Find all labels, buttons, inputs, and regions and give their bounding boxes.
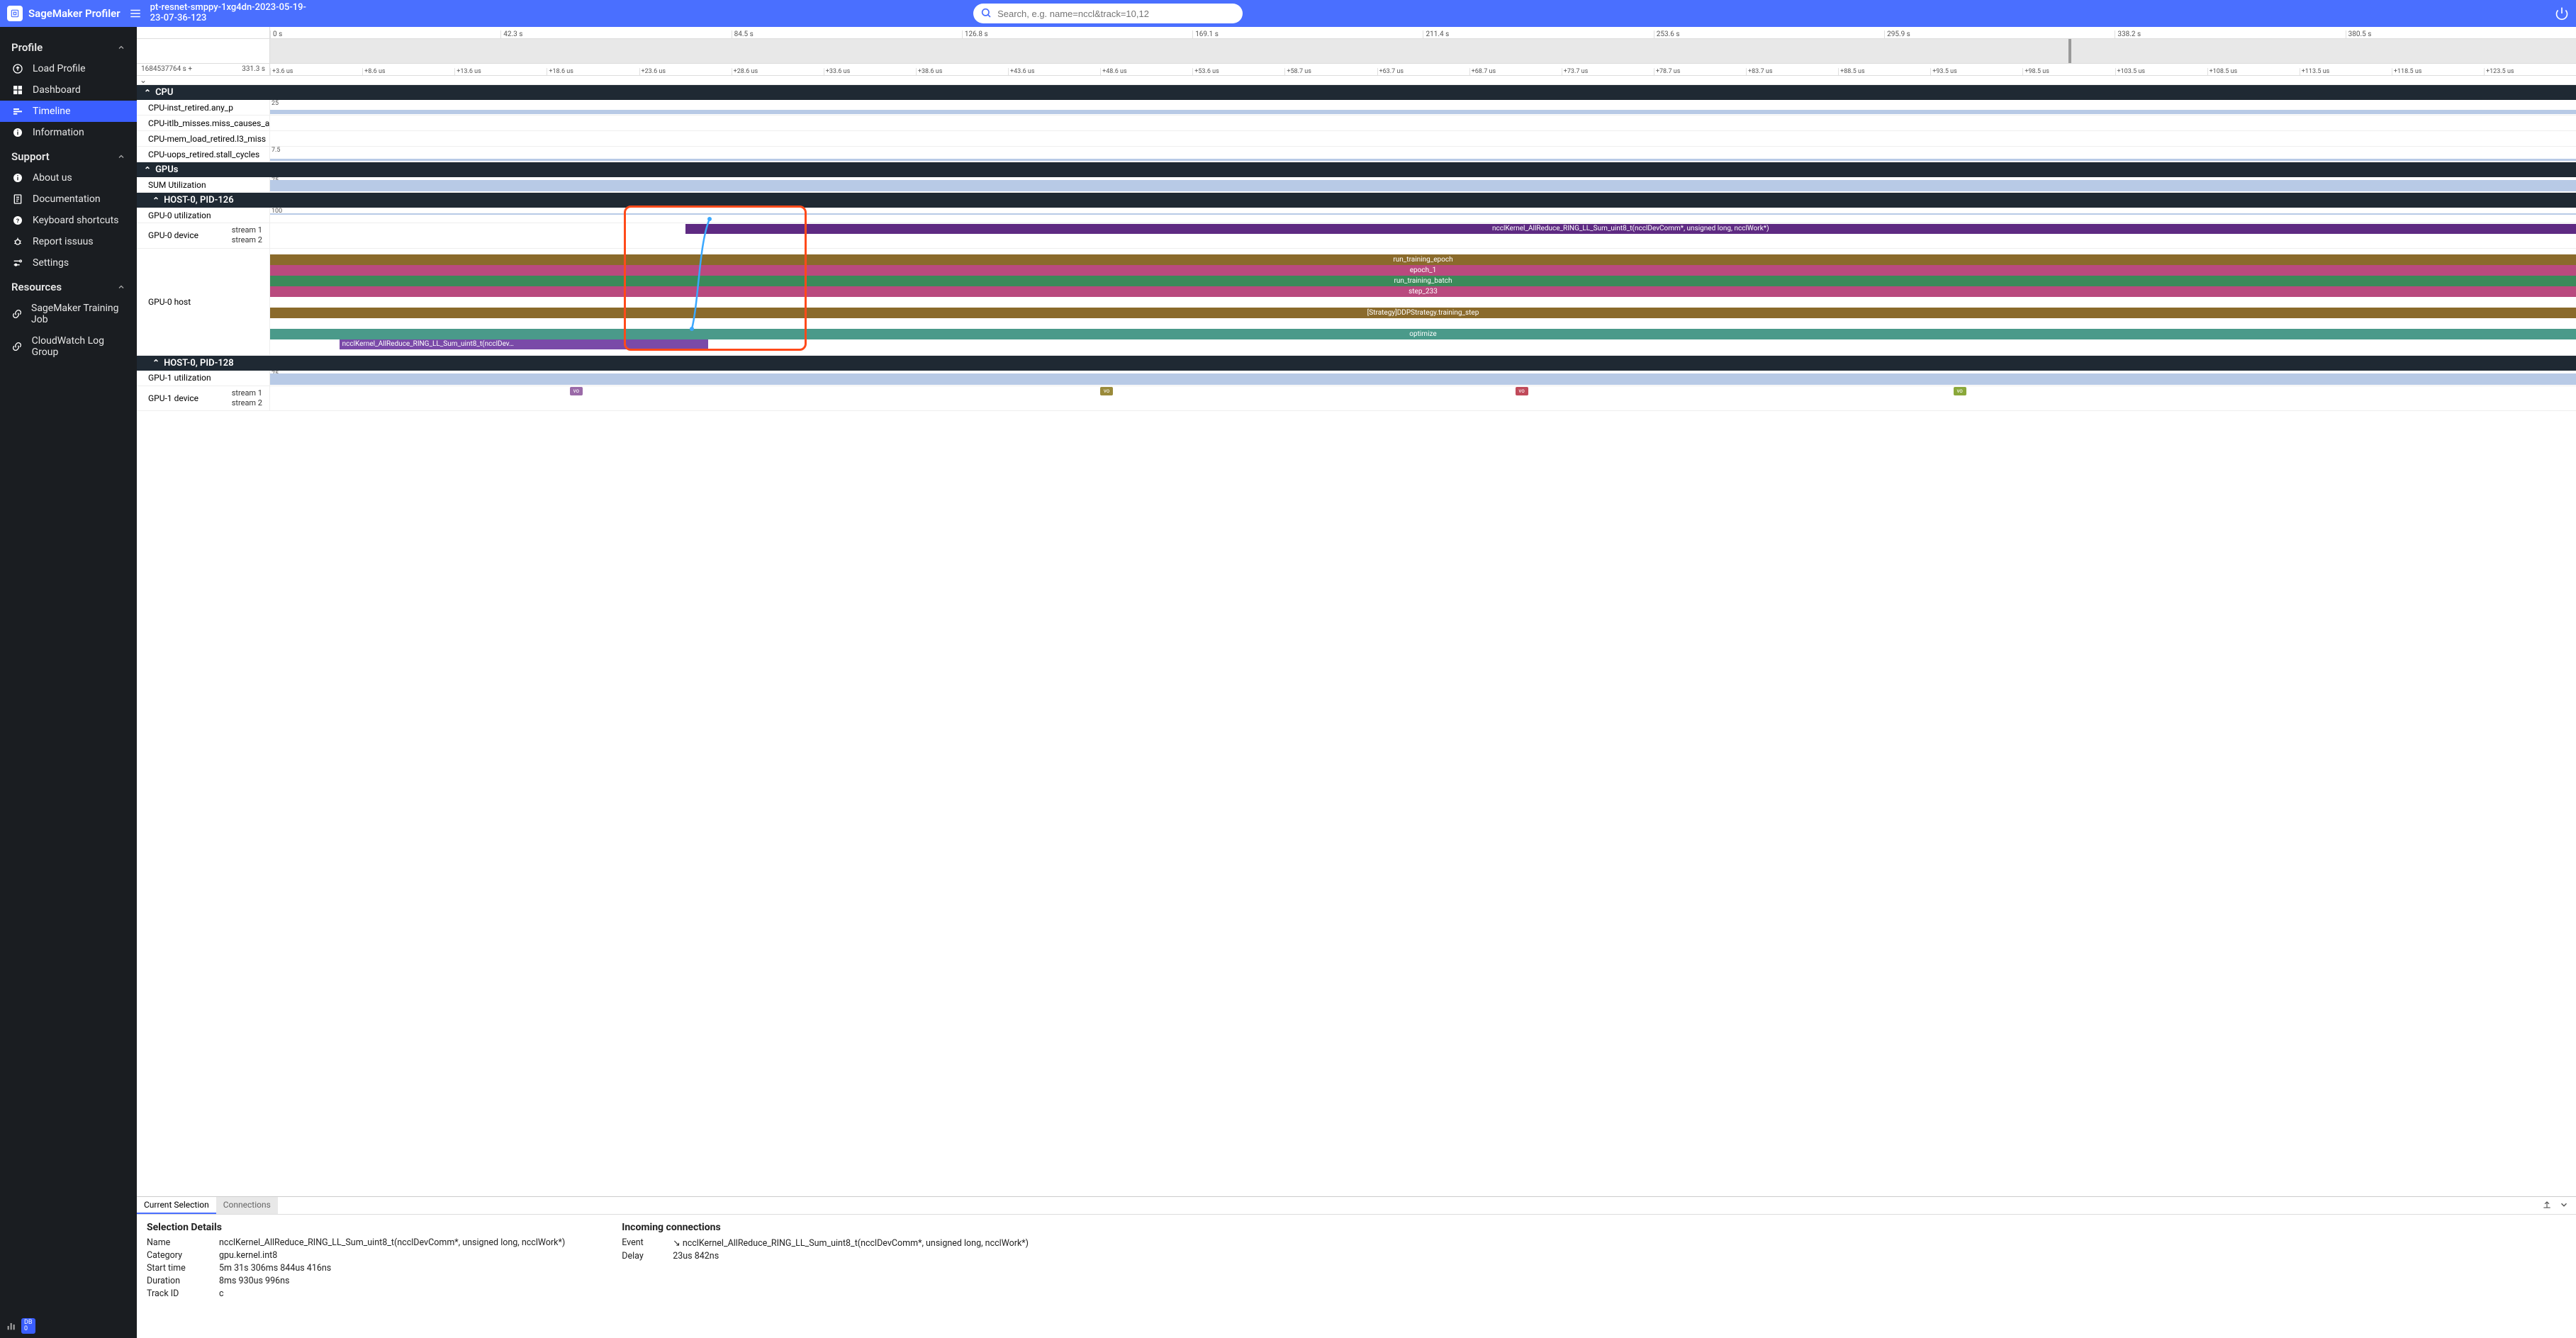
timeline-icon <box>11 106 24 117</box>
details-tabs: Current Selection Connections <box>137 1197 2576 1215</box>
chevron-down-icon[interactable] <box>2559 1200 2569 1211</box>
chevron-up-icon: ⌃ <box>144 165 151 175</box>
section-host0-pid126[interactable]: ⌃ HOST-0, PID-126 <box>137 193 2576 208</box>
sidebar-item-training-job[interactable]: SageMaker Training Job <box>0 298 137 330</box>
sidebar: Profile Load Profile Dashboard Timeline … <box>0 27 137 1338</box>
host-span[interactable]: run_training_epoch <box>270 254 2576 265</box>
chevron-up-icon <box>117 152 125 161</box>
logo-icon <box>7 6 23 21</box>
svg-text:?: ? <box>16 218 19 225</box>
cpu-row: CPU-itlb_misses.miss_causes_a_walk <box>137 116 2576 131</box>
sidebar-item-dashboard[interactable]: Dashboard <box>0 79 137 101</box>
cpu-row: CPU-inst_retired.any_p 25 <box>137 100 2576 116</box>
search-input[interactable] <box>973 4 1243 23</box>
settings-icon <box>11 257 24 269</box>
sidebar-item-shortcuts[interactable]: ? Keyboard shortcuts <box>0 210 137 231</box>
stats-icon[interactable] <box>6 1320 17 1332</box>
gpu0-host-row: GPU-0 host run_training_epochepoch_1run_… <box>137 249 2576 356</box>
incoming-connections: Incoming connections Event ↘ ncclKernel_… <box>622 1222 1029 1299</box>
sidebar-item-cloudwatch[interactable]: CloudWatch Log Group <box>0 330 137 363</box>
host-span[interactable]: [Strategy]DDPStrategy.training_step <box>270 308 2576 318</box>
upload-icon <box>11 63 24 74</box>
sidebar-item-about[interactable]: About us <box>0 167 137 189</box>
section-gpus[interactable]: ⌃ GPUs <box>137 162 2576 177</box>
cpu-row: CPU-mem_load_retired.l3_miss <box>137 131 2576 147</box>
chevron-up-icon: ⌃ <box>152 196 159 206</box>
tiny-span[interactable]: vo <box>1516 387 1528 395</box>
sidebar-group-support[interactable]: Support <box>0 143 137 167</box>
gpu1-util-row: GPU-1 utilization 75 <box>137 371 2576 386</box>
details-pane: Current Selection Connections Selection … <box>137 1196 2576 1338</box>
menu-icon[interactable] <box>129 7 142 20</box>
selection-details: Selection Details NamencclKernel_AllRedu… <box>147 1222 565 1299</box>
top-ruler: 0 s42.3 s84.5 s126.8 s169.1 s211.4 s253.… <box>137 27 2576 39</box>
dashboard-icon <box>11 84 24 96</box>
overview-strip <box>137 39 2576 64</box>
app-logo: SageMaker Profiler <box>7 6 121 21</box>
search-container <box>973 4 1243 23</box>
tiny-span[interactable]: vo <box>1100 387 1113 395</box>
section-cpu[interactable]: ⌃ CPU <box>137 85 2576 100</box>
gpu0-util-row: GPU-0 utilization 100 <box>137 208 2576 223</box>
power-icon[interactable] <box>2555 6 2569 21</box>
gpu-sum-row: SUM Utilization 75 <box>137 177 2576 193</box>
overview-marker[interactable] <box>2068 39 2071 63</box>
chevron-up-icon <box>117 283 125 291</box>
sidebar-footer: DB0 <box>6 1318 35 1334</box>
nccl-host-span[interactable]: ncclKernel_AllReduce_RING_LL_Sum_uint8_t… <box>340 339 708 349</box>
tab-current-selection[interactable]: Current Selection <box>137 1197 216 1214</box>
link-icon <box>11 341 23 352</box>
host-span[interactable]: optimize <box>270 329 2576 339</box>
sidebar-group-profile[interactable]: Profile <box>0 34 137 58</box>
collapse-toggle[interactable]: ⌄ <box>137 76 2576 85</box>
chevron-up-icon: ⌃ <box>144 88 151 98</box>
sidebar-item-timeline[interactable]: Timeline <box>0 101 137 122</box>
search-icon <box>980 7 992 18</box>
arrow-icon: ↘ <box>673 1238 683 1249</box>
nccl-device-span[interactable]: ncclKernel_AllReduce_RING_LL_Sum_uint8_t… <box>685 224 2576 234</box>
tiny-span[interactable]: vo <box>1954 387 1966 395</box>
top-bar: SageMaker Profiler pt-resnet-smppy-1xg4d… <box>0 0 2576 27</box>
sub-ruler: 1684537764 s + 331.3 s +3.6 us+8.6 us+13… <box>137 64 2576 76</box>
host-span[interactable]: epoch_1 <box>270 265 2576 276</box>
app-name: SageMaker Profiler <box>28 7 121 20</box>
sidebar-item-settings[interactable]: Settings <box>0 252 137 274</box>
info-icon <box>11 127 24 138</box>
sidebar-group-resources[interactable]: Resources <box>0 274 137 298</box>
document-icon <box>11 193 24 205</box>
bug-icon <box>11 236 24 247</box>
host-span[interactable]: step_233 <box>270 286 2576 297</box>
section-host0-pid128[interactable]: ⌃ HOST-0, PID-128 <box>137 356 2576 371</box>
info-icon <box>11 172 24 184</box>
timeline-body[interactable]: ⌃ CPU CPU-inst_retired.any_p 25 CPU-itlb… <box>137 85 2576 1196</box>
host-span[interactable]: run_training_batch <box>270 276 2576 286</box>
profile-title: pt-resnet-smppy-1xg4dn-2023-05-19-23-07-… <box>150 3 313 24</box>
cpu-row: CPU-uops_retired.stall_cycles 7.5 <box>137 147 2576 162</box>
gpu1-device-row: GPU-1 device stream 1stream 2 vo vo vo v… <box>137 386 2576 412</box>
tiny-span[interactable]: vo <box>570 387 583 395</box>
db-badge: DB0 <box>21 1318 35 1334</box>
sidebar-item-information[interactable]: Information <box>0 122 137 143</box>
chevron-up-icon: ⌃ <box>152 358 159 368</box>
sidebar-item-documentation[interactable]: Documentation <box>0 189 137 210</box>
sidebar-item-report[interactable]: Report issuus <box>0 231 137 252</box>
overview-track[interactable] <box>270 39 2576 63</box>
link-icon <box>11 308 23 320</box>
gpu0-device-row: GPU-0 device stream 1stream 2 ncclKernel… <box>137 223 2576 249</box>
sort-icon[interactable] <box>2542 1200 2552 1211</box>
host-span <box>270 318 2576 329</box>
main-panel: 0 s42.3 s84.5 s126.8 s169.1 s211.4 s253.… <box>137 27 2576 1338</box>
host-span <box>270 297 2576 308</box>
sidebar-item-load-profile[interactable]: Load Profile <box>0 58 137 79</box>
tab-connections[interactable]: Connections <box>216 1197 278 1214</box>
chevron-up-icon <box>117 43 125 52</box>
help-icon: ? <box>11 215 24 226</box>
